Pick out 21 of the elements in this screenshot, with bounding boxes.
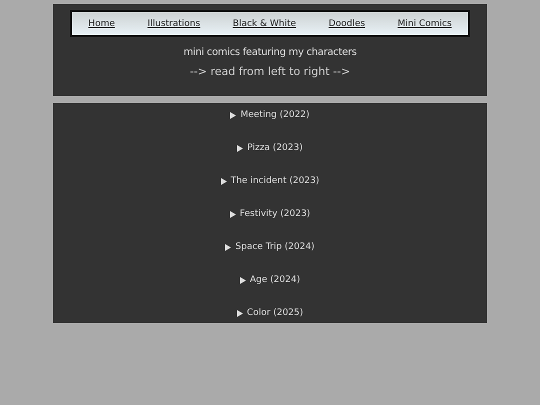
comic-toggle[interactable]: The incident (2023) bbox=[220, 174, 320, 188]
comic-toggle[interactable]: Festivity (2023) bbox=[230, 207, 310, 221]
triangle-icon bbox=[240, 276, 246, 284]
reading-hint: --> read from left to right --> bbox=[188, 65, 352, 78]
nav-link[interactable]: Illustrations bbox=[147, 18, 200, 28]
comic-toggle[interactable]: Meeting (2022) bbox=[230, 108, 310, 122]
nav-link[interactable]: Mini Comics bbox=[398, 18, 452, 28]
triangle-icon bbox=[230, 210, 236, 218]
nav-link[interactable]: Home bbox=[88, 18, 115, 28]
comic-toggle[interactable]: Age (2024) bbox=[240, 273, 300, 287]
triangle-icon bbox=[225, 244, 232, 250]
triangle-icon bbox=[237, 144, 244, 152]
triangle-icon bbox=[236, 310, 243, 316]
comic-toggle[interactable]: Pizza (2023) bbox=[237, 141, 303, 155]
triangle-icon bbox=[220, 178, 227, 184]
triangle-icon bbox=[230, 112, 236, 118]
nav-link[interactable]: Black & White bbox=[232, 18, 296, 28]
comic-toggle[interactable]: Color (2025) bbox=[236, 306, 304, 320]
subtitle: mini comics featuring my characters bbox=[182, 47, 358, 58]
comic-toggle[interactable]: Space Trip (2024) bbox=[225, 240, 315, 254]
nav-link[interactable]: Doodles bbox=[328, 18, 366, 28]
